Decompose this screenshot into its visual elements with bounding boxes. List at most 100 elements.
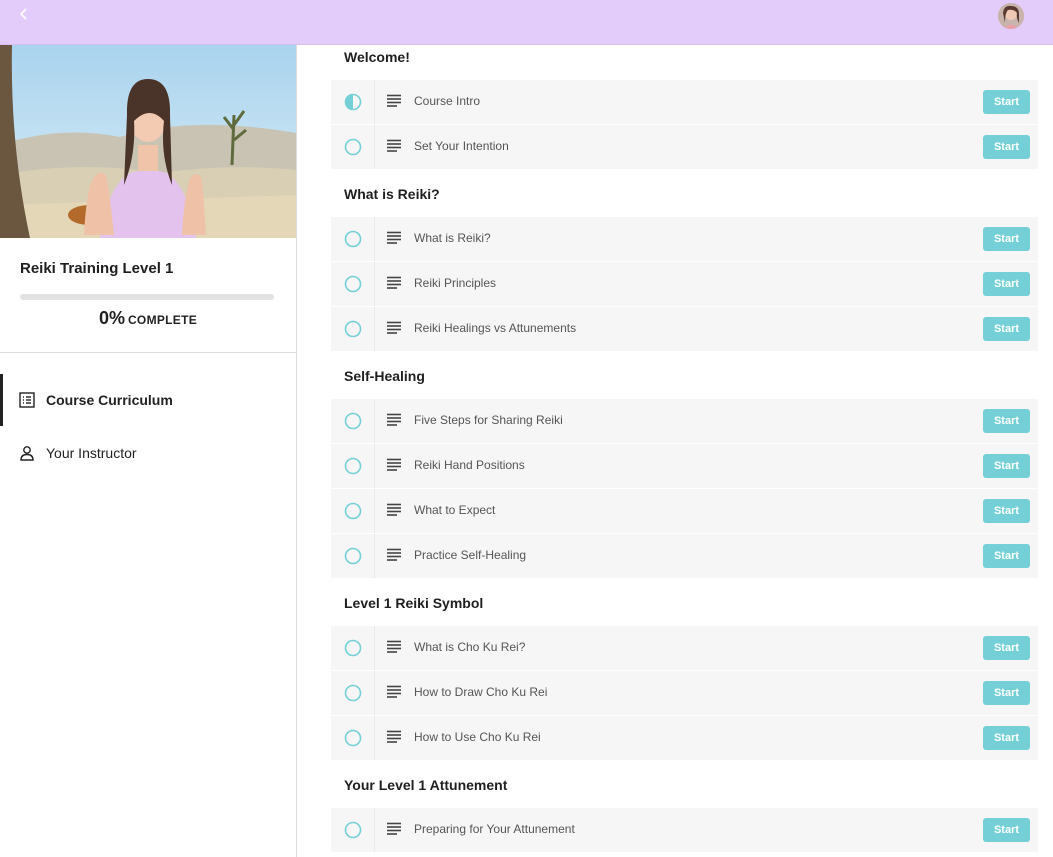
row-divider (374, 217, 375, 261)
start-button[interactable]: Start (983, 544, 1030, 568)
empty-circle-icon (344, 457, 362, 475)
lecture-title: Course Intro (414, 94, 481, 108)
lecture-title: Practice Self-Healing (414, 548, 527, 562)
start-button[interactable]: Start (983, 818, 1030, 842)
text-lines-icon (387, 730, 401, 743)
section-title: Level 1 Reiki Symbol (344, 595, 484, 611)
person-icon (20, 446, 34, 461)
lecture-row[interactable]: How to Use Cho Ku Rei Start (331, 716, 1038, 760)
lecture-row[interactable]: Five Steps for Sharing Reiki Start (331, 399, 1038, 443)
lecture-title: Reiki Principles (414, 276, 497, 290)
top-bar (0, 0, 1053, 45)
lecture-title: Reiki Hand Positions (414, 458, 525, 472)
row-divider (374, 80, 375, 124)
empty-circle-icon (344, 684, 362, 702)
lecture-row[interactable]: Preparing for Your Attunement Start (331, 808, 1038, 852)
lecture-row[interactable]: Reiki Healings vs Attunements Start (331, 307, 1038, 351)
start-button[interactable]: Start (983, 726, 1030, 750)
start-button[interactable]: Start (983, 681, 1030, 705)
text-lines-icon (387, 139, 401, 152)
list-icon (19, 392, 35, 408)
lecture-row[interactable]: Reiki Hand Positions Start (331, 444, 1038, 488)
lecture-title: What is Reiki? (414, 231, 491, 245)
empty-circle-icon (344, 639, 362, 657)
sidebar: Reiki Training Level 1 0% COMPLETE Course… (0, 45, 297, 857)
text-lines-icon (387, 413, 401, 426)
lecture-row[interactable]: Practice Self-Healing Start (331, 534, 1038, 578)
course-curriculum: Welcome! Course Intro Start Set Your Intent… (298, 45, 1053, 857)
empty-circle-icon (344, 138, 362, 156)
text-lines-icon (387, 685, 401, 698)
row-divider (374, 534, 375, 578)
course-hero-image (0, 45, 296, 238)
section-title: What is Reiki? (344, 186, 440, 202)
nav-item-your-instructor[interactable]: Your Instructor (0, 427, 296, 479)
progress-bar (20, 294, 274, 300)
text-lines-icon (387, 231, 401, 244)
row-divider (374, 307, 375, 351)
text-lines-icon (387, 458, 401, 471)
progress-label: COMPLETE (127, 313, 198, 327)
start-button[interactable]: Start (983, 636, 1030, 660)
empty-circle-icon (344, 320, 362, 338)
text-lines-icon (387, 503, 401, 516)
lecture-title: How to Draw Cho Ku Rei (414, 685, 548, 699)
start-button[interactable]: Start (983, 454, 1030, 478)
lecture-title: Preparing for Your Attunement (414, 822, 575, 836)
lecture-row[interactable]: Course Intro Start (331, 80, 1038, 124)
row-divider (374, 671, 375, 715)
lecture-row[interactable]: How to Draw Cho Ku Rei Start (331, 671, 1038, 715)
lecture-title: What to Expect (414, 503, 496, 517)
lecture-title: How to Use Cho Ku Rei (414, 730, 541, 744)
row-divider (374, 808, 375, 852)
section-title: Welcome! (344, 49, 410, 65)
row-divider (374, 262, 375, 306)
progress-percent: 0% (98, 308, 125, 328)
empty-circle-icon (344, 230, 362, 248)
lecture-title: What is Cho Ku Rei? (414, 640, 526, 654)
lecture-row[interactable]: What to Expect Start (331, 489, 1038, 533)
nav-label: Your Instructor (46, 445, 137, 461)
row-divider (374, 444, 375, 488)
course-title: Reiki Training Level 1 (20, 260, 174, 277)
text-lines-icon (387, 321, 401, 334)
chevron-left-icon[interactable] (14, 4, 34, 24)
start-button[interactable]: Start (983, 227, 1030, 251)
sidebar-divider (0, 352, 296, 353)
lecture-title: Five Steps for Sharing Reiki (414, 413, 563, 427)
lecture-title: Set Your Intention (414, 139, 509, 153)
lecture-row[interactable]: What is Reiki? Start (331, 217, 1038, 261)
nav-item-course-curriculum[interactable]: Course Curriculum (0, 374, 296, 426)
empty-circle-icon (344, 821, 362, 839)
half-progress-icon (344, 93, 362, 111)
section-title: Your Level 1 Attunement (344, 777, 508, 793)
start-button[interactable]: Start (983, 499, 1030, 523)
progress-status: 0% COMPLETE (0, 308, 296, 329)
start-button[interactable]: Start (983, 272, 1030, 296)
lecture-title: Reiki Healings vs Attunements (414, 321, 577, 335)
section-title: Self-Healing (344, 368, 425, 384)
start-button[interactable]: Start (983, 135, 1030, 159)
row-divider (374, 626, 375, 670)
start-button[interactable]: Start (983, 90, 1030, 114)
empty-circle-icon (344, 547, 362, 565)
empty-circle-icon (344, 502, 362, 520)
row-divider (374, 489, 375, 533)
nav-label: Course Curriculum (46, 392, 173, 408)
lecture-row[interactable]: Set Your Intention Start (331, 125, 1038, 169)
row-divider (374, 716, 375, 760)
text-lines-icon (387, 94, 401, 107)
text-lines-icon (387, 276, 401, 289)
empty-circle-icon (344, 729, 362, 747)
start-button[interactable]: Start (983, 409, 1030, 433)
text-lines-icon (387, 822, 401, 835)
lecture-row[interactable]: Reiki Principles Start (331, 262, 1038, 306)
empty-circle-icon (344, 275, 362, 293)
text-lines-icon (387, 640, 401, 653)
text-lines-icon (387, 548, 401, 561)
user-avatar[interactable] (998, 3, 1024, 29)
start-button[interactable]: Start (983, 317, 1030, 341)
lecture-row[interactable]: What is Cho Ku Rei? Start (331, 626, 1038, 670)
empty-circle-icon (344, 412, 362, 430)
row-divider (374, 125, 375, 169)
